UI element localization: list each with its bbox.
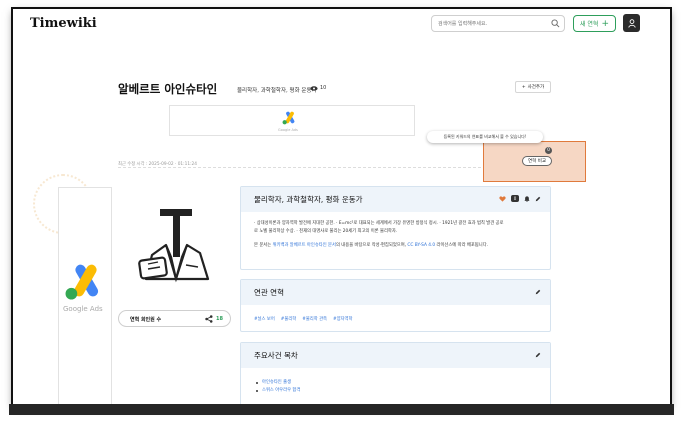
new-history-button[interactable]: 새 연혁 + [573, 15, 616, 32]
wikipedia-link[interactable]: 위키백과 알베르트 아인슈타인 문서 [273, 243, 336, 248]
toc-card-title: 주요사건 목차 [254, 351, 298, 360]
side-ad[interactable]: Google Ads [58, 187, 112, 405]
eye-icon [310, 85, 318, 91]
monitor-bezel-bottom [9, 404, 674, 415]
banner-ad-label: Google Ads [278, 128, 298, 132]
edit-icon[interactable] [535, 289, 541, 295]
follower-count-pill: 연혁 회인원 수 18 [118, 310, 231, 327]
view-count: 10 [310, 85, 326, 91]
tag-link[interactable]: #물리학 관측 [302, 316, 327, 322]
overview-line-2: 로 노벨 물리학상 수상. · 천재의 대명사로 불리는 20세기 최고의 이론… [254, 229, 398, 234]
like-count-badge: 0 [511, 195, 519, 202]
compare-tooltip: 등록된 키워드의 연표를 비교해서 볼 수 있습니다! [427, 131, 543, 143]
toc-list: 아인슈타인 출생 스위스 아우라우 합격 [241, 368, 550, 395]
event-toc-card: 주요사건 목차 아인슈타인 출생 스위스 아우라우 합격 [240, 342, 551, 405]
overview-card: 물리학자, 과학철학자, 평화 운동가 0 · 상대성이론과 양자역학 발전에 … [240, 186, 551, 270]
tag-link[interactable]: #양자역학 [333, 316, 352, 322]
plus-icon: + [601, 18, 609, 29]
heart-icon[interactable] [499, 195, 506, 202]
tag-link[interactable]: #닐스 보어 [254, 316, 275, 322]
view-count-value: 10 [320, 85, 327, 91]
search-input[interactable] [438, 18, 546, 29]
toc-item[interactable]: 아인슈타인 출생 [256, 379, 550, 387]
google-ads-logo-icon [65, 264, 99, 300]
user-menu-button[interactable] [623, 14, 640, 32]
top-header: Timewiki 새 연혁 + [13, 9, 670, 39]
follower-count: 18 [216, 316, 223, 322]
overview-card-title: 물리학자, 과학철학자, 평화 운동가 [254, 195, 363, 204]
edit-icon[interactable] [535, 196, 541, 202]
related-card-title: 연관 연혁 [254, 288, 284, 297]
site-logo[interactable]: Timewiki [30, 16, 97, 31]
compare-count-badge: 0 [545, 147, 552, 154]
page-title: 알베르트 아인슈타인 [118, 82, 218, 96]
overview-card-actions: 0 [499, 195, 541, 202]
license-prefix: 본 문서는 [254, 243, 272, 248]
plus-icon: + [521, 84, 526, 90]
overview-line-1: · 상대성이론과 양자역학 발전에 지대한 공헌. · E=mc²로 대표되는 … [254, 221, 504, 226]
related-tags: #닐스 보어 #물리학 #물리학 관측 #양자역학 [241, 305, 550, 333]
page-subtitle: 물리학자, 과학철학자, 평화 운동가 [237, 88, 317, 94]
edit-icon[interactable] [535, 352, 541, 358]
side-ad-label: Google Ads [63, 305, 103, 313]
user-icon [627, 18, 636, 28]
related-card-header: 연관 연혁 [241, 280, 550, 305]
license-note: 본 문서는 위키백과 알베르트 아인슈타인 문서의 내용을 바탕으로 작성·편집… [254, 242, 537, 250]
overview-card-header: 물리학자, 과학철학자, 평화 운동가 0 [241, 187, 550, 212]
toc-item[interactable]: 스위스 아우라우 합격 [256, 387, 550, 395]
overview-card-body: · 상대성이론과 양자역학 발전에 지대한 공헌. · E=mc²로 대표되는 … [241, 212, 550, 258]
monitor-frame: Timewiki 새 연혁 + 알베르트 아인슈타인 물리학자, 과 [0, 0, 681, 422]
add-event-label: 사건추가 [527, 85, 545, 90]
profile-portrait-icon [138, 209, 210, 283]
related-history-card: 연관 연혁 #닐스 보어 #물리학 #물리학 관측 #양자역학 [240, 279, 551, 332]
compare-highlight: 0 연혁 비교 [483, 141, 586, 182]
share-icon[interactable] [205, 315, 213, 323]
tag-link[interactable]: #물리학 [281, 316, 296, 322]
toc-card-header: 주요사건 목차 [241, 343, 550, 368]
new-history-label: 새 연혁 [579, 21, 599, 28]
add-event-button[interactable]: + 사건추가 [515, 81, 551, 93]
search-box[interactable] [431, 15, 565, 32]
search-icon[interactable] [551, 19, 560, 28]
follower-label: 연혁 회인원 수 [130, 317, 162, 323]
compare-history-button[interactable]: 연혁 비교 [522, 156, 552, 166]
bell-icon[interactable] [524, 195, 530, 202]
license-middle: 의 내용을 바탕으로 작성·편집되었으며, [335, 243, 407, 248]
banner-ad[interactable]: Google Ads [169, 105, 415, 136]
browser-viewport: Timewiki 새 연혁 + 알베르트 아인슈타인 물리학자, 과 [13, 9, 670, 405]
google-ads-logo-icon [282, 111, 295, 125]
license-link[interactable]: CC BY-SA 4.0 [407, 243, 435, 248]
license-suffix: 라이선스에 따라 배포됩니다. [436, 243, 489, 248]
